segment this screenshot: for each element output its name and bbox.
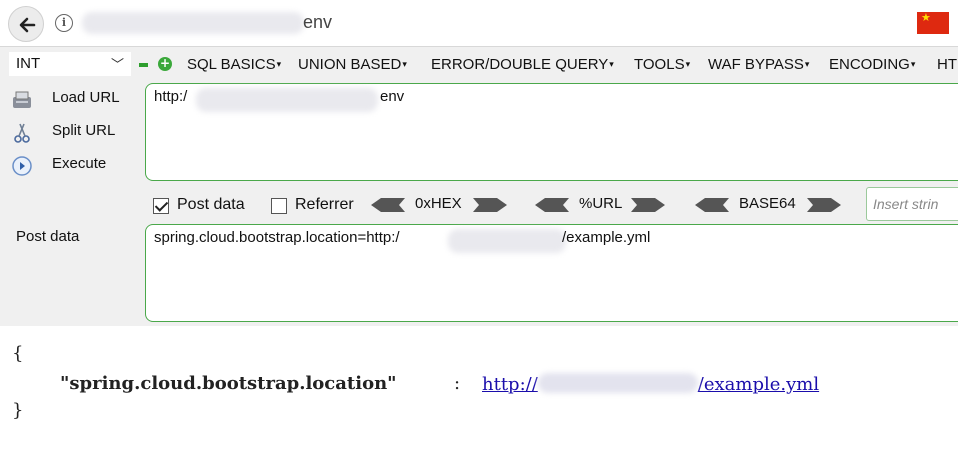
json-key: "spring.cloud.bootstrap.location": [60, 373, 397, 394]
hex-label: 0xHEX: [415, 195, 462, 212]
referrer-option-label: Referrer: [295, 196, 354, 213]
redacted-post-host: [448, 229, 566, 253]
json-open-brace: {: [12, 343, 24, 364]
post-data-checkbox[interactable]: [153, 198, 169, 214]
redacted-link-host: [537, 373, 698, 393]
address-bar: i env ★: [0, 0, 958, 46]
url-text[interactable]: env: [303, 12, 332, 33]
menu-waf-bypass[interactable]: WAF BYPASS▾: [708, 56, 809, 73]
play-icon: [12, 156, 32, 176]
insert-string-input[interactable]: Insert strin: [866, 187, 958, 221]
post-data-option-label: Post data: [177, 196, 245, 213]
execute-label: Execute: [52, 155, 107, 172]
split-url-label: Split URL: [52, 122, 116, 139]
response-body: { "spring.cloud.bootstrap.location" : ht…: [0, 330, 958, 474]
hex-encode-arrow-icon[interactable]: [473, 198, 507, 212]
menu-error-double-query[interactable]: ERROR/DOUBLE QUERY▾: [431, 56, 614, 73]
menu-tools[interactable]: TOOLS▾: [634, 56, 690, 73]
type-select[interactable]: INT ﹀: [9, 52, 131, 76]
url-textarea[interactable]: http:/ env: [145, 83, 958, 181]
scissors-icon: [14, 123, 30, 143]
chevron-down-icon: ﹀: [110, 57, 124, 72]
info-icon[interactable]: i: [55, 14, 73, 32]
link-prefix: http://: [482, 374, 538, 395]
url-decode-arrow-icon[interactable]: [535, 198, 569, 212]
back-arrow-icon: [19, 17, 36, 33]
menu-sql-basics[interactable]: SQL BASICS▾: [187, 56, 281, 73]
minus-icon[interactable]: [139, 63, 148, 67]
back-button[interactable]: [8, 6, 44, 42]
url-encode-arrow-icon[interactable]: [631, 198, 665, 212]
china-flag-icon: ★: [917, 12, 949, 34]
menu-union-based[interactable]: UNION BASED▾: [298, 56, 407, 73]
base64-encode-arrow-icon[interactable]: [807, 198, 841, 212]
referrer-checkbox[interactable]: [271, 198, 287, 214]
json-value-link[interactable]: http:// /example.yml: [482, 373, 819, 395]
load-url-label: Load URL: [52, 89, 120, 106]
hex-decode-arrow-icon[interactable]: [371, 198, 405, 212]
json-close-brace: }: [12, 400, 24, 421]
url-encode-label: %URL: [579, 195, 623, 212]
base64-decode-arrow-icon[interactable]: [695, 198, 729, 212]
menu-encoding[interactable]: ENCODING▾: [829, 56, 915, 73]
post-value-suffix: /example.yml: [562, 229, 651, 246]
redacted-host: [196, 88, 378, 112]
load-url-icon: [13, 91, 31, 108]
type-select-value: INT: [16, 55, 41, 72]
url-value-suffix: env: [380, 88, 405, 105]
plus-icon[interactable]: +: [158, 57, 172, 71]
menu-html[interactable]: HT: [937, 56, 957, 73]
url-value-prefix: http:/: [154, 88, 188, 105]
post-value-prefix: spring.cloud.bootstrap.location=http:/: [154, 229, 400, 246]
json-colon: :: [454, 373, 461, 394]
redacted-url: [82, 12, 304, 34]
link-suffix: /example.yml: [697, 374, 820, 395]
post-data-textarea[interactable]: spring.cloud.bootstrap.location=http:/ /…: [145, 224, 958, 322]
post-data-label: Post data: [16, 228, 80, 245]
hackbar-panel: INT ﹀ + SQL BASICS▾ UNION BASED▾ ERROR/D…: [0, 46, 958, 326]
base64-label: BASE64: [739, 195, 796, 212]
